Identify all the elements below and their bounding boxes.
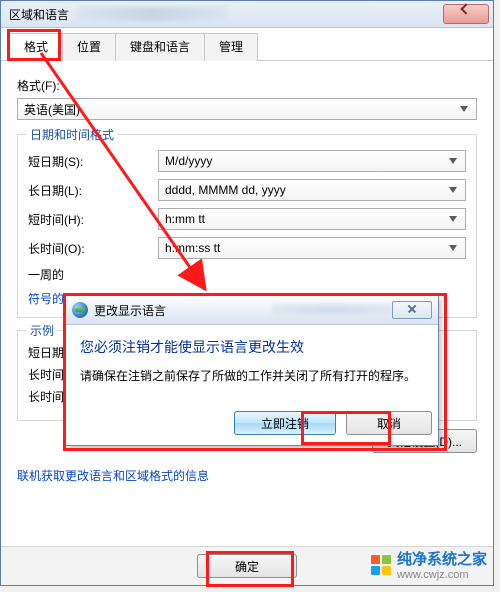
long-time-label: 长时间(O): [28, 240, 148, 257]
short-time-label: 短时间(H): [28, 211, 148, 228]
chevron-down-icon [445, 153, 461, 169]
long-date-label: 长日期(L): [28, 182, 148, 199]
short-date-combo[interactable]: M/d/yyyy [158, 150, 466, 172]
long-date-value: dddd, MMMM dd, yyyy [165, 183, 286, 197]
format-combo[interactable]: 英语(美国) [17, 98, 477, 120]
notation-meaning-link[interactable]: 符号的 [28, 292, 64, 306]
chevron-down-icon [445, 182, 461, 198]
dialog-body: 您必须注销才能使显示语言更改生效 请确保在注销之前保存了所做的工作并关闭了所有打… [66, 325, 438, 411]
first-day-label: 一周的 [28, 266, 148, 283]
ok-button[interactable]: 确定 [197, 554, 297, 578]
datetime-legend: 日期和时间格式 [26, 126, 118, 143]
chevron-down-icon [445, 211, 461, 227]
dialog-message: 请确保在注销之前保存了所做的工作并关闭了所有打开的程序。 [80, 367, 424, 385]
tab-keyboards-languages[interactable]: 键盘和语言 [115, 33, 205, 61]
tab-format[interactable]: 格式 [9, 33, 63, 61]
online-info-link[interactable]: 联机获取更改语言和区域格式的信息 [17, 469, 209, 483]
region-language-window: 区域和语言 格式 位置 键盘和语言 管理 格式(F): 英语(美国) 日期和时间… [0, 0, 494, 586]
dialog-title-blur [272, 304, 392, 316]
short-date-value: M/d/yyyy [165, 154, 212, 168]
window-title: 区域和语言 [9, 6, 69, 23]
tab-location[interactable]: 位置 [62, 33, 116, 61]
dialog-footer: 确定 [1, 546, 493, 585]
dialog-close-button[interactable] [392, 301, 432, 319]
short-date-label: 短日期(S): [28, 153, 148, 170]
logoff-now-button[interactable]: 立即注销 [234, 411, 336, 435]
chevron-down-icon [456, 101, 472, 117]
cancel-button[interactable]: 取消 [346, 411, 432, 435]
long-date-combo[interactable]: dddd, MMMM dd, yyyy [158, 179, 466, 201]
long-time-combo[interactable]: h:mm:ss tt [158, 237, 466, 259]
titlebar: 区域和语言 [1, 1, 493, 28]
short-time-value: h:mm tt [165, 212, 205, 226]
datetime-formats-group: 日期和时间格式 短日期(S): M/d/yyyy 长日期(L): dddd, M… [17, 134, 477, 318]
chevron-down-icon [445, 240, 461, 256]
titlebar-blur [77, 7, 227, 21]
long-time-value: h:mm:ss tt [165, 241, 220, 255]
dialog-titlebar: 更改显示语言 [66, 296, 438, 325]
tab-strip: 格式 位置 键盘和语言 管理 [1, 28, 493, 61]
window-close-button[interactable] [443, 4, 489, 24]
format-label: 格式(F): [17, 77, 477, 94]
format-combo-value: 英语(美国) [24, 101, 80, 118]
dialog-title: 更改显示语言 [94, 302, 266, 319]
tab-administrative[interactable]: 管理 [204, 33, 258, 61]
dialog-headline: 您必须注销才能使显示语言更改生效 [80, 337, 424, 357]
globe-icon [72, 302, 88, 318]
examples-legend: 示例 [26, 322, 58, 339]
change-display-language-dialog: 更改显示语言 您必须注销才能使显示语言更改生效 请确保在注销之前保存了所做的工作… [65, 295, 439, 446]
short-time-combo[interactable]: h:mm tt [158, 208, 466, 230]
